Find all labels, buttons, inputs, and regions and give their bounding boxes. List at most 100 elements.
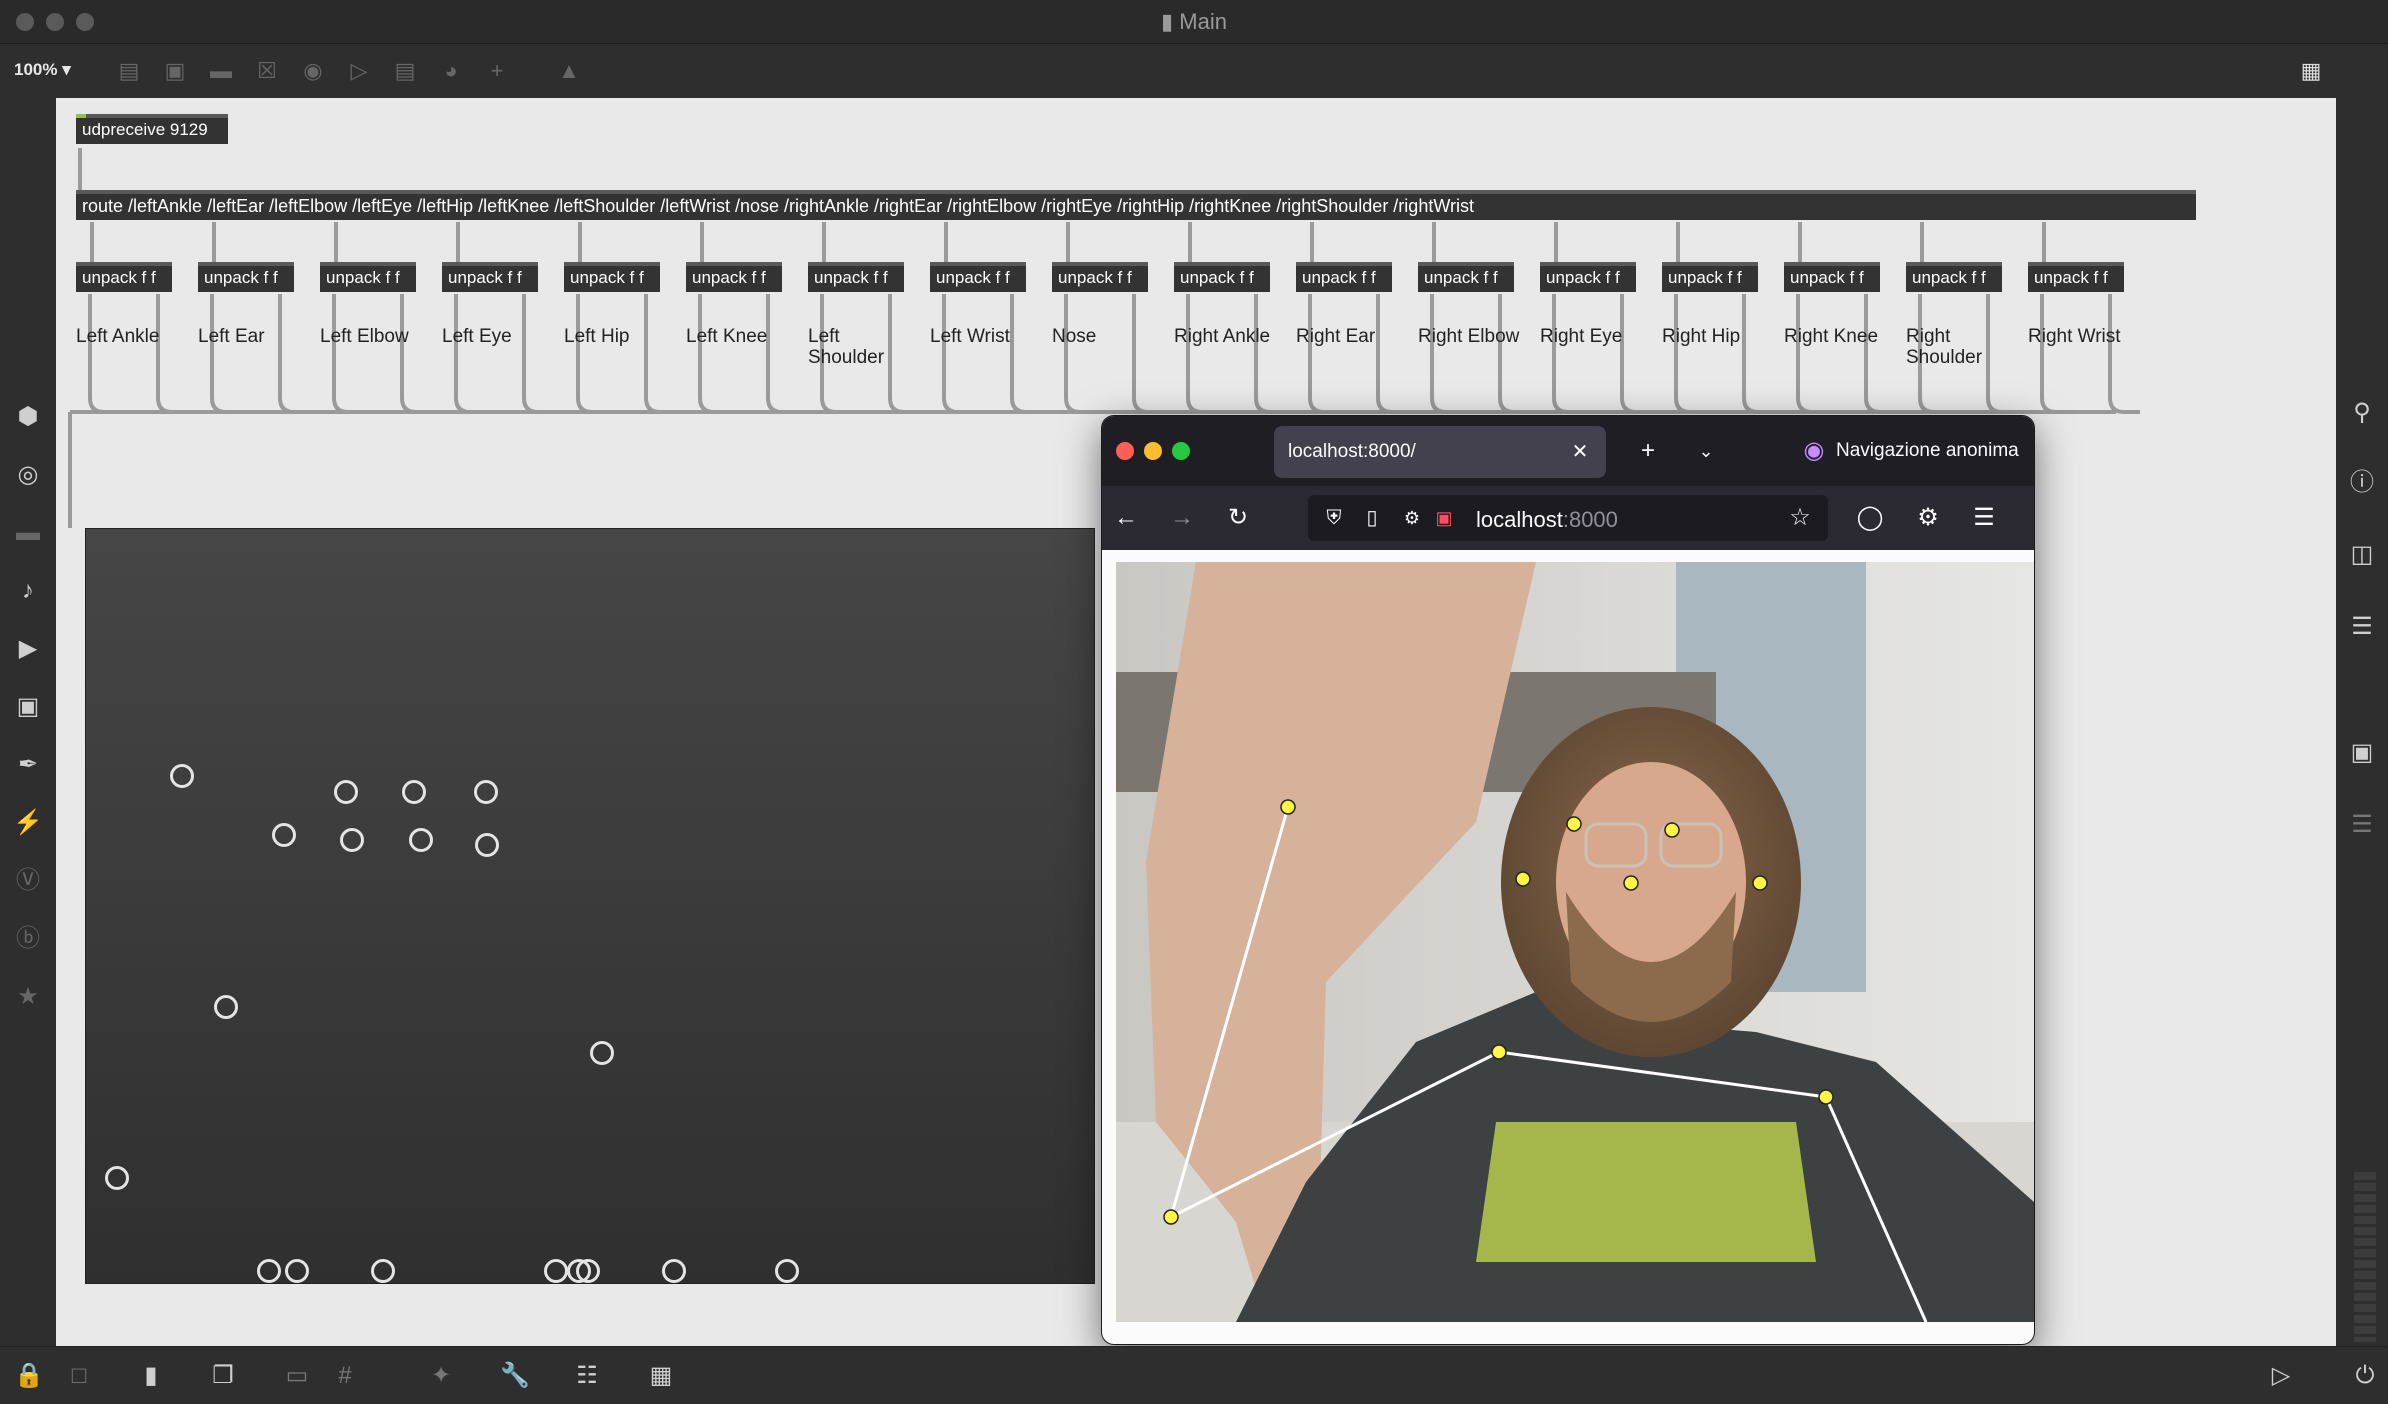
zoom-menu[interactable]: 100% ▾ [14,60,71,80]
browser-tab[interactable]: localhost:8000/ ✕ [1274,426,1606,478]
edit-icon[interactable]: □ [64,1361,94,1391]
cord-y-output[interactable] [278,294,310,414]
unpack-object-left-ankle[interactable]: unpack f f [76,262,172,292]
presentation-icon[interactable]: ▮ [136,1361,166,1391]
cord-x-output[interactable] [1674,294,1706,414]
cord-x-output[interactable] [1430,294,1462,414]
reload-icon[interactable]: ↻ [1222,503,1254,533]
cord-x-output[interactable] [88,294,120,414]
ruler-icon[interactable]: ▬ [13,518,43,548]
tab-list-chevron-icon[interactable]: ⌄ [1690,436,1722,466]
permissions-icon[interactable]: ⚙ [1396,503,1428,533]
number-box-icon[interactable]: ▷ [346,58,372,84]
image-icon[interactable]: ▣ [13,692,43,722]
grid-icon[interactable]: # [330,1361,360,1391]
cord-x-output[interactable] [942,294,974,414]
unpack-object-right-shoulder[interactable]: unpack f f [1906,262,2002,292]
wrench-icon[interactable]: 🔧 [500,1361,530,1391]
list-icon[interactable]: ☰ [2347,612,2377,642]
browser-close-button[interactable] [1116,442,1134,460]
unpack-object-left-elbow[interactable]: unpack f f [320,262,416,292]
cord-y-output[interactable] [1620,294,1652,414]
browser-minimize-button[interactable] [1144,442,1162,460]
cord-x-output[interactable] [1796,294,1828,414]
cord-x-output[interactable] [1552,294,1584,414]
route-object[interactable]: route /leftAnkle /leftEar /leftElbow /le… [76,190,2196,220]
cord-x-output[interactable] [698,294,730,414]
media-icon[interactable]: ▶ [13,634,43,664]
cord-y-output[interactable] [644,294,676,414]
add-icon[interactable]: + [484,58,510,84]
unpack-object-right-ankle[interactable]: unpack f f [1174,262,1270,292]
comment-icon[interactable]: ▬ [208,58,234,84]
search-icon[interactable]: ⚲ [2347,398,2377,428]
target-icon[interactable]: ◎ [13,460,43,490]
play-icon[interactable]: ▷ [2266,1361,2296,1391]
star-icon[interactable]: ★ [13,982,43,1012]
snap-icon[interactable]: ✦ [426,1361,456,1391]
camera-icon[interactable]: ▣ [2347,738,2377,768]
cord-y-output[interactable] [1864,294,1896,414]
cord-x-output[interactable] [1308,294,1340,414]
sliders-icon[interactable]: ☰ [2347,810,2377,840]
book-icon[interactable]: ◫ [2347,540,2377,570]
cord-y-output[interactable] [2108,294,2140,414]
music-note-icon[interactable]: ♪ [13,576,43,606]
unpack-object-right-ear[interactable]: unpack f f [1296,262,1392,292]
shield-icon[interactable]: ⛨ [1318,503,1350,533]
pocket-icon[interactable]: ◯ [1854,503,1886,533]
cube-icon[interactable]: ⬢ [13,402,43,432]
new-message-icon[interactable]: ▣ [162,58,188,84]
unpack-object-left-ear[interactable]: unpack f f [198,262,294,292]
cord-y-output[interactable] [1498,294,1530,414]
piano-icon[interactable]: ☷ [572,1361,602,1391]
unpack-object-left-wrist[interactable]: unpack f f [930,262,1026,292]
page-icon[interactable]: ▯ [1356,503,1388,533]
info-icon[interactable]: ⓘ [2347,468,2377,498]
windows-icon[interactable]: ❐ [208,1361,238,1391]
forward-icon[interactable]: → [1166,503,1198,533]
camera-sharing-icon[interactable]: ▣ [1428,503,1460,533]
menu-icon[interactable]: ☰ [1968,503,2000,533]
cord-x-output[interactable] [210,294,242,414]
cord-y-output[interactable] [888,294,920,414]
cord-y-output[interactable] [1742,294,1774,414]
cord-x-output[interactable] [1186,294,1218,414]
cord-y-output[interactable] [1132,294,1164,414]
back-icon[interactable]: ← [1110,503,1142,533]
cord-x-output[interactable] [576,294,608,414]
unpack-object-right-elbow[interactable]: unpack f f [1418,262,1514,292]
cord-y-output[interactable] [400,294,432,414]
keypoint-lcd-display[interactable] [85,528,1095,1284]
browser-zoom-button[interactable] [1172,442,1190,460]
dial-icon[interactable]: ◕ [438,58,464,84]
cord-x-output[interactable] [332,294,364,414]
udpreceive-object[interactable]: udpreceive 9129 [76,114,228,144]
cord-y-output[interactable] [522,294,554,414]
unpack-object-right-wrist[interactable]: unpack f f [2028,262,2124,292]
unpack-object-left-shoulder[interactable]: unpack f f [808,262,904,292]
url-bar[interactable]: ⛨ ▯ ⚙ ▣ localhost:8000 ☆ [1308,495,1828,541]
cord-y-output[interactable] [1986,294,2018,414]
keyboard-icon[interactable]: ▦ [646,1361,676,1391]
cord-x-output[interactable] [1064,294,1096,414]
v-circle-icon[interactable]: Ⓥ [13,866,43,896]
toggle-icon[interactable]: ☒ [254,58,280,84]
slider-icon[interactable]: ▤ [392,58,418,84]
cord-y-output[interactable] [766,294,798,414]
lock-icon[interactable]: 🔒 [14,1361,44,1391]
cord-x-output[interactable] [454,294,486,414]
unpack-object-left-eye[interactable]: unpack f f [442,262,538,292]
cord-y-output[interactable] [156,294,188,414]
power-icon[interactable]: ⏻ [2350,1361,2380,1391]
unpack-object-right-knee[interactable]: unpack f f [1784,262,1880,292]
unpack-object-nose[interactable]: unpack f f [1052,262,1148,292]
paperclip-icon[interactable]: ✒ [13,750,43,780]
unpack-object-left-hip[interactable]: unpack f f [564,262,660,292]
new-object-icon[interactable]: ▤ [116,58,142,84]
cord-y-output[interactable] [1376,294,1408,414]
paint-bucket-icon[interactable]: ▲ [556,58,582,84]
bookmark-star-icon[interactable]: ☆ [1784,503,1816,533]
b-circle-icon[interactable]: ⓑ [13,924,43,954]
hide-icon[interactable]: ▭ [282,1361,312,1391]
